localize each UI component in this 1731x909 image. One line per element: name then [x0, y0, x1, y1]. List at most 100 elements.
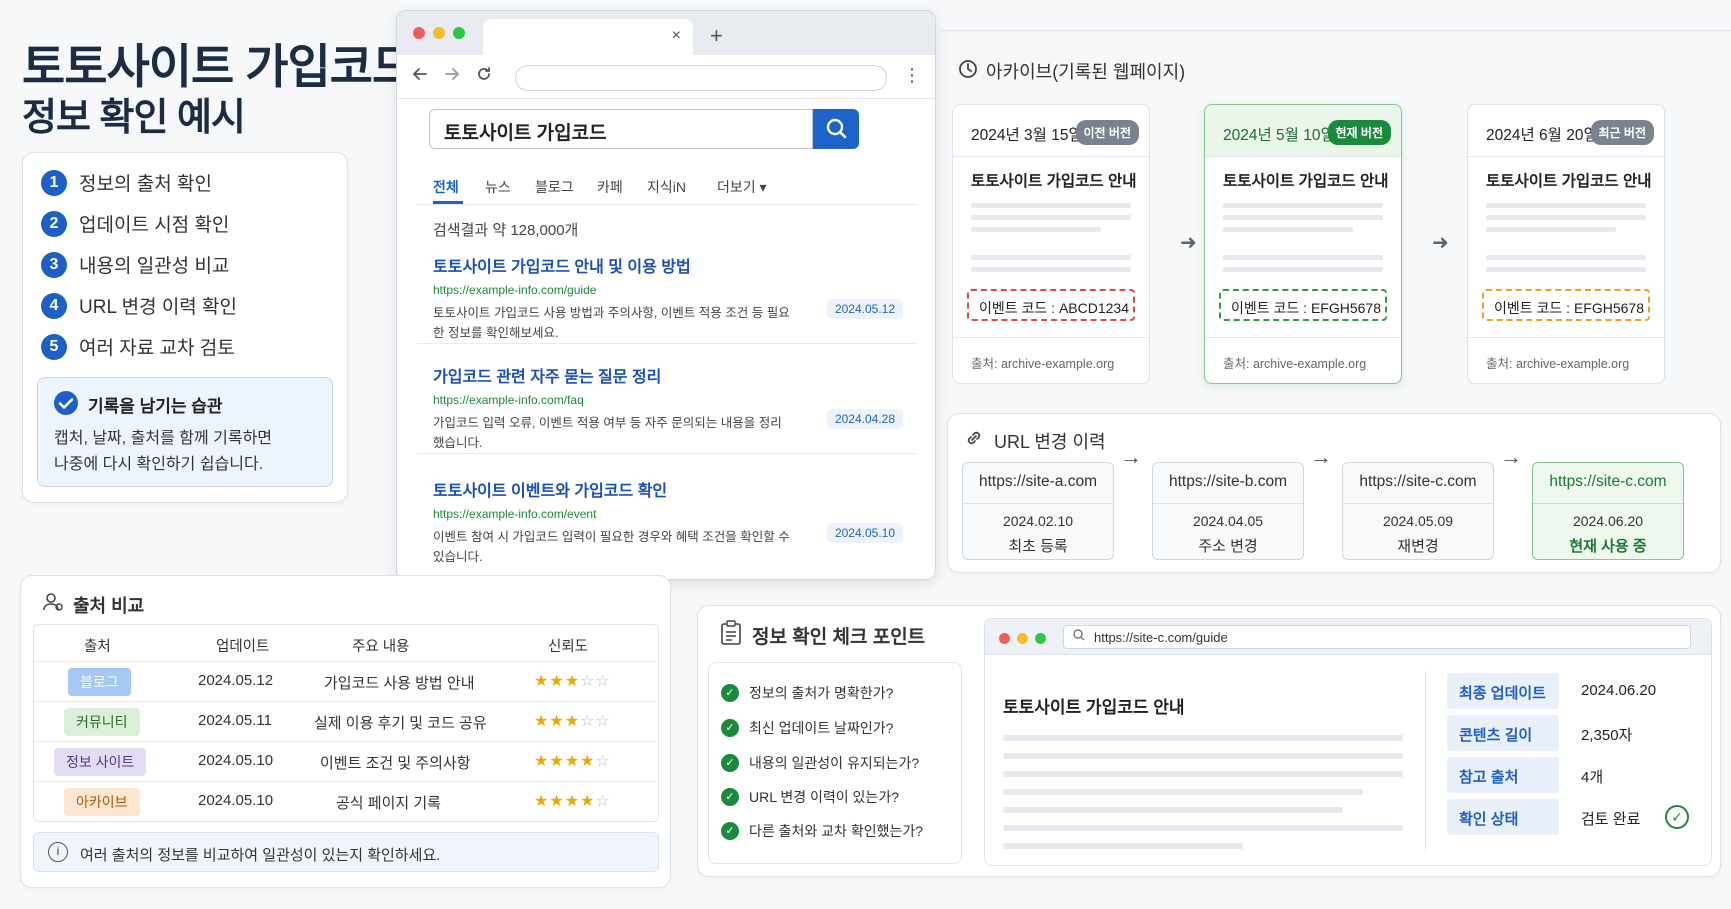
version-badge: 현재 버전: [1327, 120, 1391, 145]
placeholder-line: [1223, 215, 1383, 220]
habit-text: 캡처, 날짜, 출처를 함께 기록하면: [54, 430, 273, 447]
placeholder-line: [1486, 255, 1646, 260]
placeholder-line: [1003, 771, 1403, 777]
new-tab-icon[interactable]: +: [710, 23, 723, 49]
step-number: 5: [41, 333, 67, 360]
archive-card-current[interactable]: 2024년 5월 10일 현재 버전 토토사이트 가입코드 안내 이벤트 코드 …: [1204, 104, 1402, 384]
tab-knowledge[interactable]: 지식iN: [647, 177, 686, 197]
placeholder-line: [1223, 255, 1383, 260]
step-number: 4: [41, 292, 67, 319]
search-button[interactable]: [813, 109, 859, 149]
star-filled-icon: ★: [580, 753, 596, 770]
star-filled-icon: ★: [549, 713, 565, 730]
compare-title: 출처 비교: [73, 596, 145, 616]
column-header: 주요 내용: [352, 639, 410, 655]
divider: [1205, 337, 1401, 338]
url-step: https://site-c.com 2024.05.09 재변경: [1342, 462, 1494, 560]
tab-blog[interactable]: 블로그: [535, 177, 574, 197]
back-icon[interactable]: [411, 65, 429, 88]
habit-title: 기록을 남기는 습관: [88, 397, 223, 416]
divider: [963, 503, 1113, 504]
minimize-window-dot[interactable]: [433, 27, 445, 39]
result-title-link[interactable]: 토토사이트 이벤트와 가입코드 확인: [433, 477, 903, 501]
user-icon: [41, 590, 65, 620]
divider: [1533, 503, 1683, 504]
compare-table: 출처 업데이트 주요 내용 신뢰도 블로그 2024.05.12 가입코드 사용…: [33, 624, 659, 822]
mini-page-title: 토토사이트 가입코드 안내: [1003, 698, 1185, 717]
star-filled-icon: ★: [549, 673, 565, 690]
result-url[interactable]: https://example-info.com/guide: [433, 283, 903, 297]
arrow-right-icon: ➜: [1432, 232, 1449, 254]
meta-key: 확인 상태: [1447, 799, 1559, 835]
archive-page-title: 토토사이트 가입코드 안내: [971, 173, 1137, 190]
info-icon: i: [48, 842, 68, 862]
arrow-right-icon: ➜: [1180, 232, 1197, 254]
maximize-window-dot[interactable]: [453, 27, 465, 39]
result-url[interactable]: https://example-info.com/event: [433, 507, 903, 521]
meta-value: 검토 완료: [1581, 811, 1641, 828]
url-step-current: https://site-c.com 2024.06.20 현재 사용 중: [1532, 462, 1684, 560]
archive-title: 아카이브(기록된 웹페이지): [986, 62, 1186, 82]
star-filled-icon: ★: [564, 673, 581, 690]
minimize-window-dot[interactable]: [1017, 633, 1028, 644]
maximize-window-dot[interactable]: [1035, 633, 1046, 644]
search-result: 토토사이트 가입코드 안내 및 이용 방법 https://example-in…: [433, 253, 903, 343]
star-filled-icon: ★: [549, 753, 565, 770]
meta-key: 참고 출처: [1447, 757, 1559, 793]
placeholder-line: [971, 255, 1131, 260]
result-title-link[interactable]: 토토사이트 가입코드 안내 및 이용 방법: [433, 253, 903, 277]
checkpoint-card: 정보 확인 체크 포인트 ✓ 정보의 출처가 명확한가? ✓ 최신 업데이트 날짜인…: [697, 605, 1721, 877]
placeholder-line: [971, 203, 1131, 208]
browser-tab[interactable]: ×: [483, 19, 693, 55]
active-tab-indicator: [433, 201, 463, 204]
divider: [1468, 337, 1664, 338]
habit-box: 기록을 남기는 습관 캡처, 날짜, 출처를 함께 기록하면 나중에 다시 확인…: [37, 377, 333, 487]
divider: [1425, 671, 1426, 851]
browser-window: × + ⋮ 토토사이트 가입코드 전체 뉴스 블로그 카페 지식iN 더보기 ▾…: [396, 10, 936, 580]
placeholder-line: [1003, 735, 1403, 741]
close-window-dot[interactable]: [413, 27, 425, 39]
rating-stars: ★★★★☆: [534, 791, 611, 811]
table-row: 아카이브 2024.05.10 공식 페이지 기록 ★★★★☆: [34, 781, 658, 821]
checklist-text: 정보의 출처가 명확한가?: [749, 685, 894, 701]
url-status: 주소 변경: [1198, 538, 1258, 555]
check-icon: ✓: [721, 719, 739, 737]
close-window-dot[interactable]: [999, 633, 1010, 644]
tab-cafe[interactable]: 카페: [597, 177, 623, 197]
address-bar[interactable]: https://site-c.com/guide: [1063, 625, 1691, 649]
result-description: 가입코드 입력 오류, 이벤트 적용 여부 등 자주 문의되는 내용을 정리했습…: [433, 416, 782, 450]
tab-news[interactable]: 뉴스: [485, 177, 511, 197]
archive-card[interactable]: 2024년 6월 20일 최근 버전 토토사이트 가입코드 안내 이벤트 코드 …: [1467, 104, 1665, 384]
result-count: 검색결과 약 128,000개: [433, 222, 579, 239]
checklist: ✓ 정보의 출처가 명확한가? ✓ 최신 업데이트 날짜인가? ✓ 내용의 일관성이 …: [708, 662, 962, 864]
step-label: 업데이트 시점 확인: [79, 215, 230, 236]
url-status: 현재 사용 중: [1569, 538, 1647, 555]
reload-icon[interactable]: [475, 65, 493, 88]
check-icon: ✓: [721, 684, 739, 702]
checklist-item: ✓ 최신 업데이트 날짜인가?: [721, 718, 893, 738]
result-url[interactable]: https://example-info.com/faq: [433, 393, 903, 407]
checkpoint-title: 정보 확인 체크 포인트: [752, 627, 926, 648]
tab-all[interactable]: 전체: [433, 177, 459, 197]
note-text: 여러 출처의 정보를 비교하여 일관성이 있는지 확인하세요.: [80, 847, 441, 864]
steps-card: 1 정보의 출처 확인 2 업데이트 시점 확인 3 내용의 일관성 비교 4 URL …: [22, 152, 348, 503]
close-icon[interactable]: ×: [672, 27, 681, 45]
placeholder-line: [971, 215, 1131, 220]
table-row: 커뮤니티 2024.05.11 실제 이용 후기 및 코드 공유 ★★★☆☆: [34, 701, 658, 741]
url-text: https://site-a.com: [978, 473, 1097, 490]
address-bar[interactable]: [515, 65, 887, 91]
search-input[interactable]: 토토사이트 가입코드: [429, 109, 813, 149]
url-step: https://site-b.com 2024.04.05 주소 변경: [1152, 462, 1304, 560]
forward-icon[interactable]: [443, 65, 461, 88]
step-label: 정보의 출처 확인: [79, 174, 212, 195]
source-compare-card: 출처 비교 출처 업데이트 주요 내용 신뢰도 블로그 2024.05.12 가…: [20, 575, 671, 888]
checklist-text: 최신 업데이트 날짜인가?: [749, 720, 894, 736]
tab-more[interactable]: 더보기 ▾: [717, 177, 767, 197]
result-title-link[interactable]: 가입코드 관련 자주 묻는 질문 정리: [433, 363, 903, 387]
check-icon: ✓: [721, 822, 739, 840]
archive-card[interactable]: 2024년 3월 15일 이전 버전 토토사이트 가입코드 안내 이벤트 코드 …: [952, 104, 1150, 384]
more-options-icon[interactable]: ⋮: [903, 65, 921, 86]
url-date: 2024.02.10: [1002, 513, 1074, 529]
version-badge: 이전 버전: [1075, 120, 1139, 145]
check-badge-icon: [54, 391, 78, 415]
